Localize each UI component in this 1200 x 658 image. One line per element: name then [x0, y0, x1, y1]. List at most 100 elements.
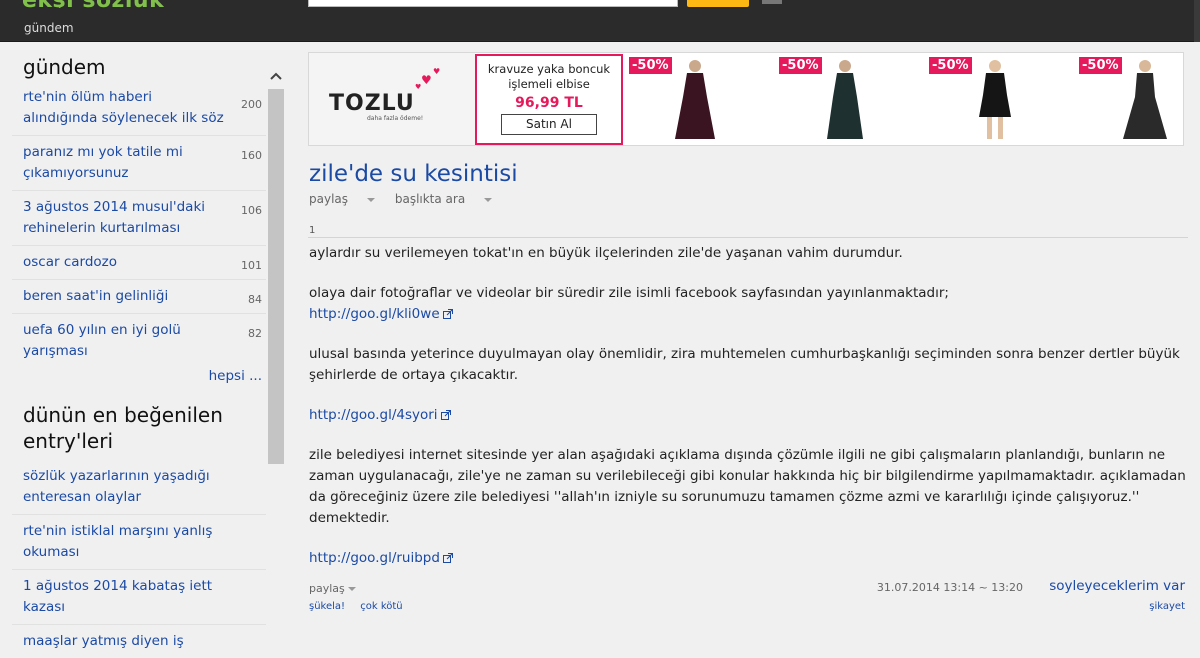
ad-buy-button[interactable]: Satın Al [501, 114, 597, 135]
nav-gundem[interactable]: gündem [24, 21, 74, 35]
ad-product[interactable]: -50% [925, 53, 1075, 145]
entry-content: aylardır su verilemeyen tokat'ın en büyü… [309, 243, 1199, 588]
topic-title: beren saat'in gelinliği [23, 288, 169, 304]
site-logo[interactable]: ekşi sözlük [22, 0, 187, 8]
topic-list-item[interactable]: 3 ağustos 2014 musul'daki rehinelerin ku… [12, 191, 266, 246]
topic-count: 160 [241, 149, 262, 162]
entry-link[interactable]: http://goo.gl/kli0we [309, 306, 453, 322]
topic-title: uefa 60 yılın en iyi golü yarışması [23, 322, 181, 359]
topic-count: 101 [241, 259, 262, 272]
topic-title: rte'nin ölüm haberi alındığında söylenec… [23, 89, 224, 126]
dress-image [979, 60, 1011, 139]
entry-footer: paylaş 31.07.2014 13:14 ~ 13:20 soyleyec… [309, 578, 1185, 598]
external-link-icon [442, 553, 453, 563]
top-bar: ekşi sözlük gündem [0, 0, 1200, 42]
ad-offer-description: kravuze yaka boncuk işlemeli elbise [487, 62, 611, 91]
caret-down-icon [484, 197, 493, 202]
entry-link-text: http://goo.gl/kli0we [309, 306, 440, 322]
advanced-search-link[interactable] [762, 0, 782, 4]
topic-actions: paylaş başlıkta ara [309, 192, 1189, 206]
ad-product[interactable]: -50% [1075, 53, 1183, 145]
chevron-up-icon[interactable] [266, 61, 286, 91]
topic-list-item[interactable]: uefa 60 yılın en iyi golü yarışması 82 [12, 314, 266, 368]
topic-list-item[interactable]: beren saat'in gelinliği 84 [12, 280, 266, 314]
ad-product[interactable]: -50% [625, 53, 775, 145]
topic-share-menu[interactable]: paylaş [309, 192, 376, 206]
entry-paragraph: ulusal basında yeterince duyulmayan olay… [309, 346, 1180, 383]
entry-paragraph: aylardır su verilemeyen tokat'ın en büyü… [309, 245, 903, 261]
entry-vote-row: şükela! çok kötü şikayet [309, 601, 1185, 612]
liked-entry-list: sözlük yazarlarının yaşadığı enteresan o… [12, 460, 266, 658]
entry-divider [308, 237, 1188, 238]
entry-share-menu[interactable]: paylaş [309, 582, 356, 595]
entry-share-label: paylaş [309, 582, 345, 595]
dress-image [675, 60, 715, 139]
share-label: paylaş [309, 192, 349, 206]
main-content: zile'de su kesintisi paylaş başlıkta ara… [308, 160, 1189, 612]
topic-title: 3 ağustos 2014 musul'daki rehinelerin ku… [23, 199, 206, 236]
topic-count: 84 [248, 293, 262, 306]
entry-link[interactable]: http://goo.gl/4syori [309, 407, 451, 423]
entry-number: 1 [309, 225, 316, 236]
report-button[interactable]: şikayet [1149, 601, 1185, 612]
window-edge [1194, 0, 1200, 42]
chevron-up-icon-svg [270, 72, 282, 80]
topic-list-item[interactable]: oscar cardozo 101 [12, 246, 266, 280]
topic-count: 200 [241, 98, 262, 111]
entry-link-text: http://goo.gl/4syori [309, 407, 438, 423]
entry-link[interactable]: http://goo.gl/ruibpd [309, 550, 453, 566]
topic-title: paranız mı yok tatile mi çıkamıyorsunuz [23, 144, 183, 181]
liked-entry-title: 1 ağustos 2014 kabataş iett kazası [23, 578, 213, 615]
topic-count: 82 [248, 327, 262, 340]
entry-link-text: http://goo.gl/ruibpd [309, 550, 440, 566]
topic-count: 106 [241, 204, 262, 217]
topic-list-item[interactable]: rte'nin ölüm haberi alındığında söylenec… [12, 85, 266, 136]
liked-entry-item[interactable]: sözlük yazarlarının yaşadığı enteresan o… [12, 460, 266, 515]
ad-brand-tagline: daha fazla ödeme! [367, 115, 424, 122]
liked-entry-item[interactable]: rte'nin istiklal marşını yanlış okuması [12, 515, 266, 570]
search-input[interactable] [308, 0, 678, 7]
liked-entry-title: rte'nin istiklal marşını yanlış okuması [23, 523, 213, 560]
topic-list-item[interactable]: paranız mı yok tatile mi çıkamıyorsunuz 1… [12, 136, 266, 191]
site-logo-text: ekşi sözlük [22, 0, 187, 8]
ad-offer-box[interactable]: kravuze yaka boncuk işlemeli elbise 96,9… [475, 54, 623, 145]
topic-list: rte'nin ölüm haberi alındığında söylenec… [12, 85, 266, 368]
caret-down-icon [367, 197, 376, 202]
entry-author[interactable]: soyleyeceklerim var [1049, 578, 1185, 594]
vote-down-button[interactable]: çok kötü [360, 601, 402, 612]
ad-brand-name: TOZLU [329, 91, 415, 116]
liked-entry-title: maaşlar yatmış diyen iş [23, 633, 184, 649]
dress-image [1123, 60, 1167, 139]
liked-entry-title: sözlük yazarlarının yaşadığı enteresan o… [23, 468, 210, 505]
caret-down-icon [347, 587, 356, 591]
entry-link-block: http://goo.gl/4syori [309, 405, 1199, 426]
entry-paragraph: olaya dair fotoğraflar ve videolar bir s… [309, 285, 949, 301]
vote-up-button[interactable]: şükela! [309, 601, 345, 612]
ad-banner[interactable]: ♥ ♥ ♥ TOZLU daha fazla ödeme! kravuze ya… [308, 52, 1184, 146]
entry-paragraph-block: olaya dair fotoğraflar ve videolar bir s… [309, 283, 1199, 325]
ad-product[interactable]: -50% [775, 53, 925, 145]
heart-icon: ♥ [415, 83, 422, 91]
search-in-title-menu[interactable]: başlıkta ara [394, 192, 493, 206]
sidebar-heading-gundem: gündem [23, 55, 106, 79]
topic-title: oscar cardozo [23, 254, 118, 270]
external-link-icon [440, 410, 451, 420]
entry-paragraph: zile belediyesi internet sitesinde yer a… [309, 447, 1186, 526]
heart-icon: ♥ [421, 73, 432, 87]
entry-date[interactable]: 31.07.2014 13:14 ~ 13:20 [877, 581, 1023, 594]
ad-brand-logo[interactable]: ♥ ♥ ♥ TOZLU daha fazla ödeme! [309, 53, 475, 145]
topic-title[interactable]: zile'de su kesintisi [309, 160, 1189, 188]
scrollbar-thumb[interactable] [268, 89, 284, 464]
more-topics-link[interactable]: hepsi ... [12, 368, 266, 392]
search-button[interactable] [687, 0, 749, 7]
dress-image [827, 60, 863, 139]
search-in-title-label: başlıkta ara [394, 192, 466, 206]
heart-icon: ♥ [433, 67, 441, 76]
entry-link-block: http://goo.gl/ruibpd [309, 548, 1199, 569]
liked-entry-item[interactable]: 1 ağustos 2014 kabataş iett kazası [12, 570, 266, 625]
sidebar-scrollbar[interactable] [266, 61, 286, 630]
sidebar-content: gündem rte'nin ölüm haberi alındığında s… [12, 43, 266, 658]
sidebar: gündem rte'nin ölüm haberi alındığında s… [0, 43, 286, 649]
sidebar-heading-liked: dünün en beğenilen entry'leri [23, 403, 223, 453]
external-link-icon [442, 309, 453, 319]
